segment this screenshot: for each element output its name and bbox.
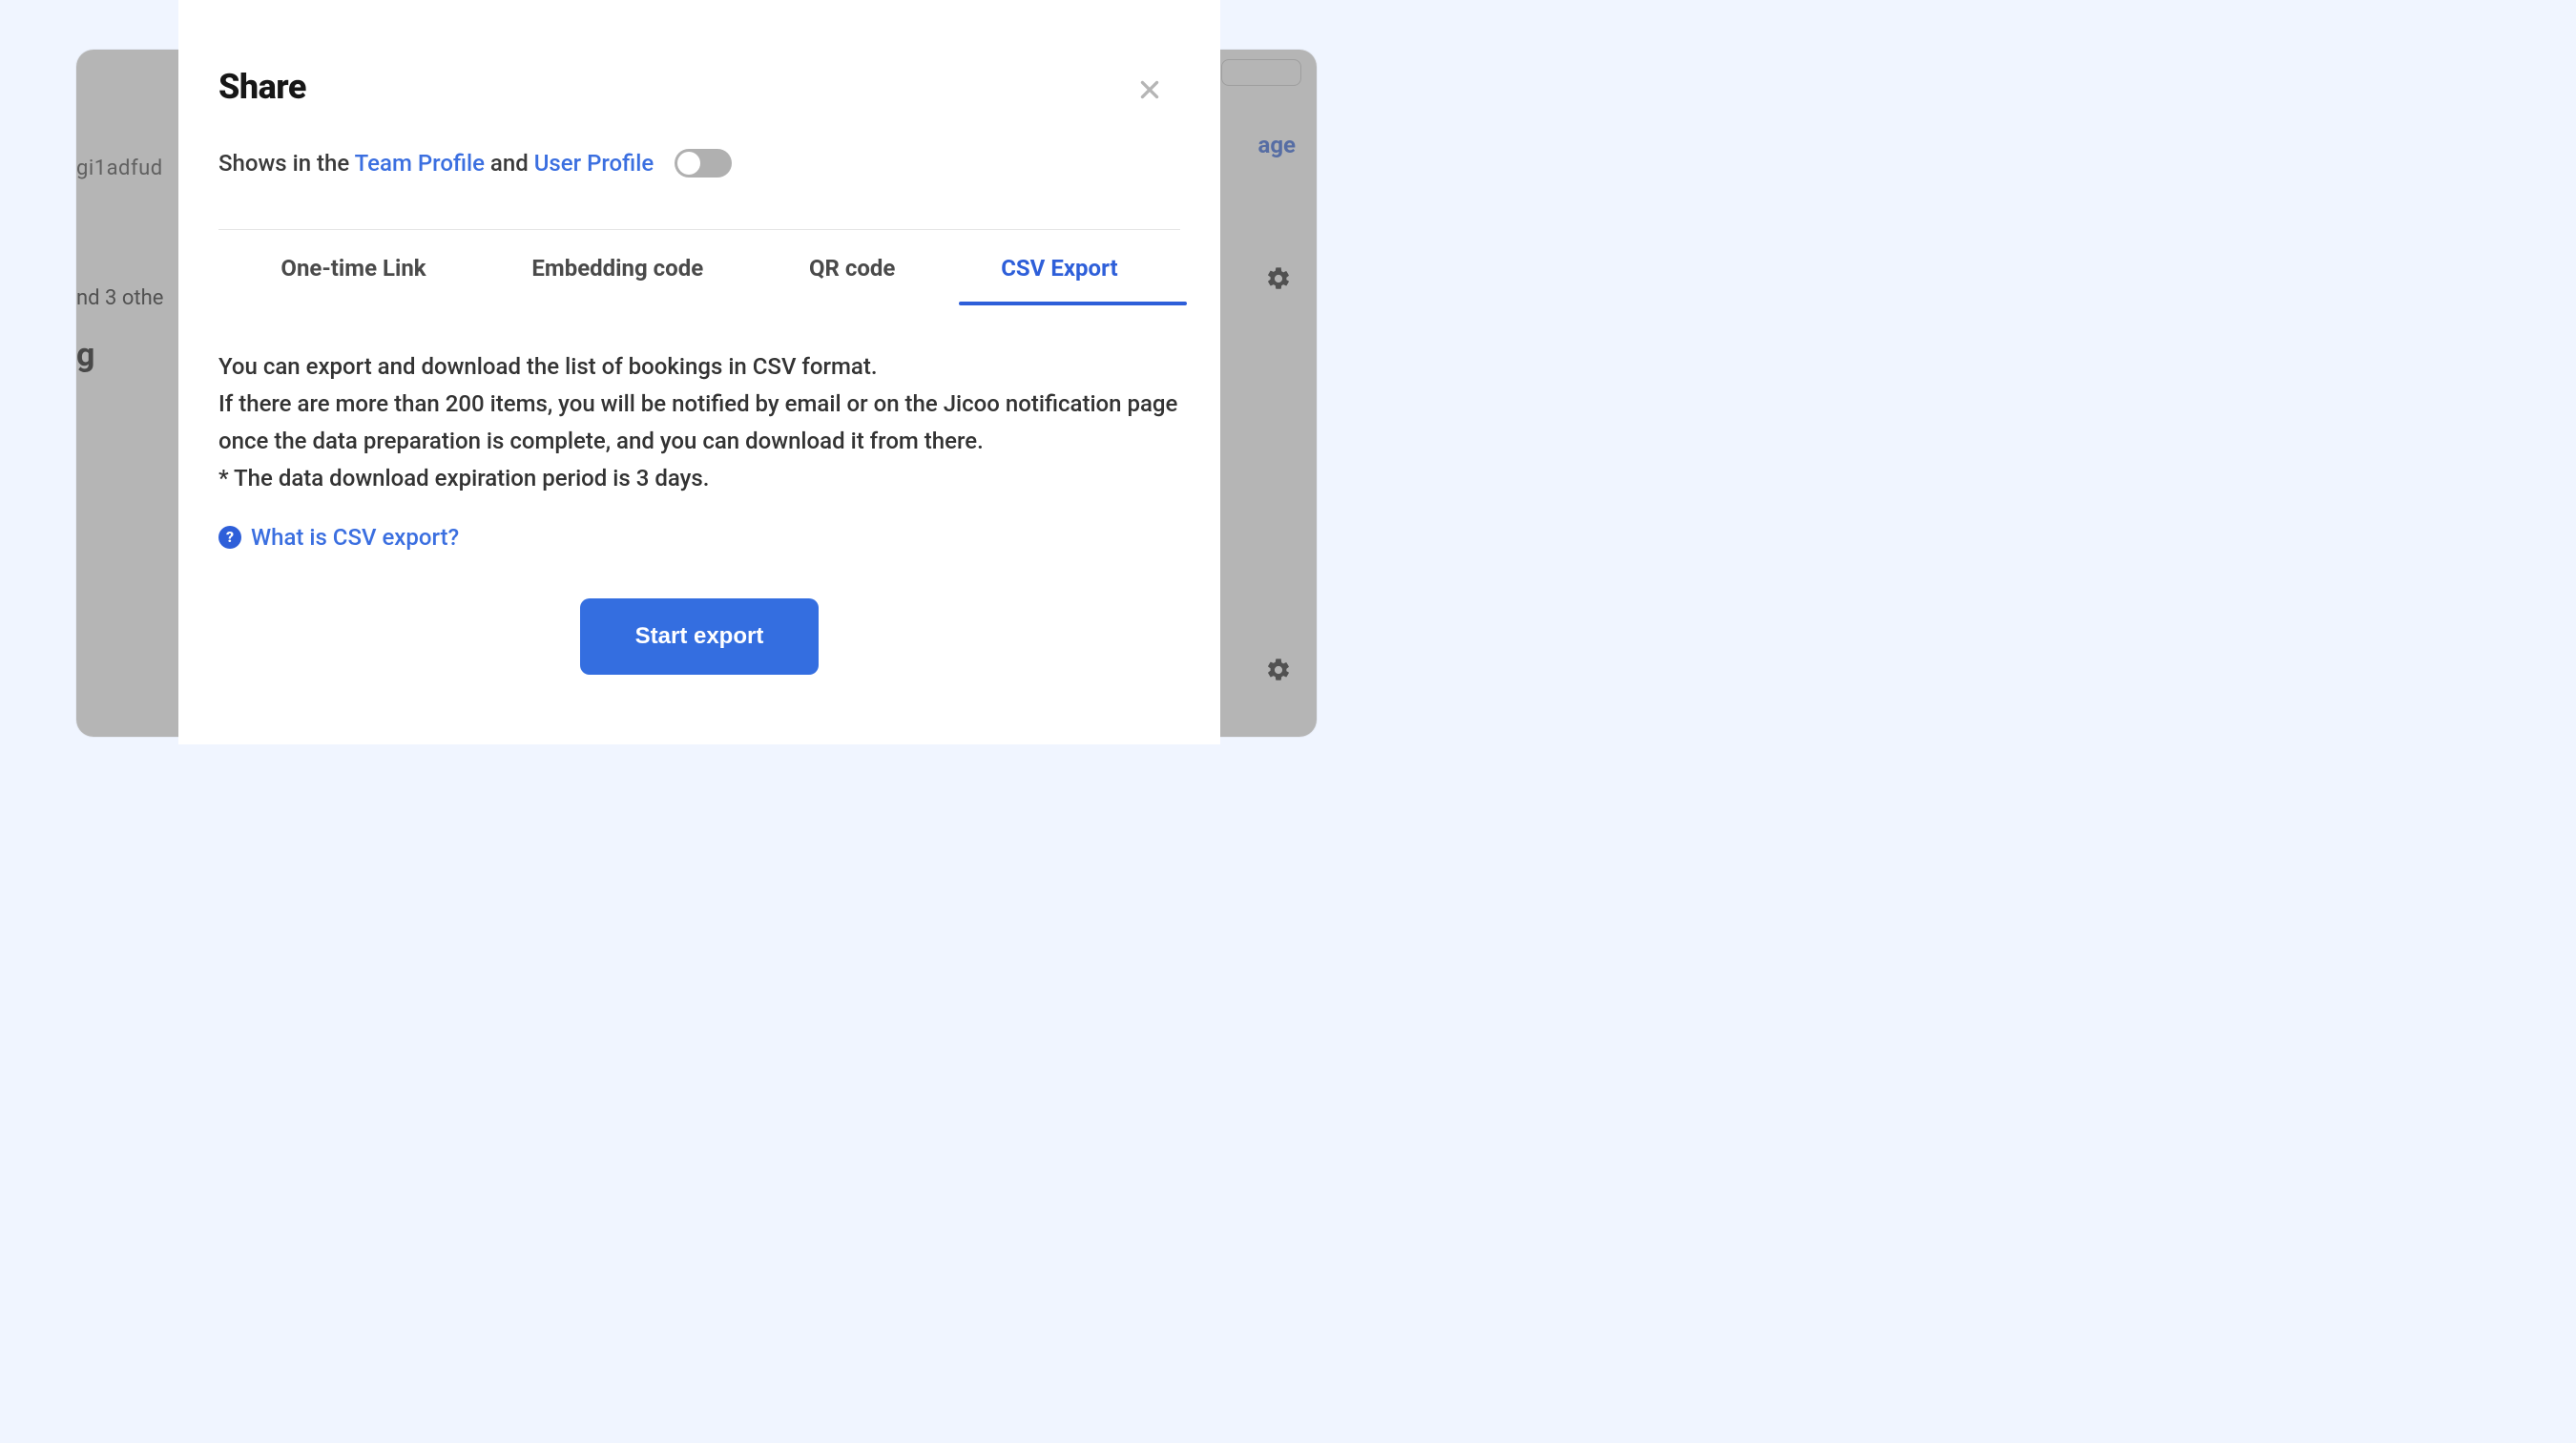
visibility-subtitle: Shows in the Team Profile and User Profi… (218, 149, 1180, 178)
user-profile-link[interactable]: User Profile (534, 150, 654, 177)
modal-title: Share (218, 67, 1180, 107)
toggle-knob (677, 152, 700, 175)
subtitle-prefix: Shows in the (218, 150, 355, 177)
csv-export-help-link[interactable]: What is CSV export? (251, 524, 459, 551)
tab-one-time-link[interactable]: One-time Link (273, 230, 433, 304)
close-icon (1137, 77, 1162, 106)
team-profile-link[interactable]: Team Profile (355, 150, 485, 177)
share-tabs: One-time Link Embedding code QR code CSV… (218, 229, 1180, 304)
tab-qr-code[interactable]: QR code (801, 230, 903, 304)
action-row: Start export (218, 598, 1180, 675)
description-p2: If there are more than 200 items, you wi… (218, 386, 1180, 460)
visibility-toggle[interactable] (675, 149, 732, 178)
csv-export-description: You can export and download the list of … (218, 348, 1180, 497)
description-p3: * The data download expiration period is… (218, 460, 1180, 497)
help-icon: ? (218, 526, 241, 549)
description-p1: You can export and download the list of … (218, 348, 1180, 386)
subtitle-conjunction: and (485, 150, 534, 177)
start-export-button[interactable]: Start export (580, 598, 820, 675)
tab-embedding-code[interactable]: Embedding code (524, 230, 711, 304)
help-row: ? What is CSV export? (218, 524, 1180, 551)
close-button[interactable] (1132, 74, 1167, 109)
share-modal: Share Shows in the Team Profile and User… (178, 0, 1220, 744)
tab-csv-export[interactable]: CSV Export (993, 230, 1125, 304)
